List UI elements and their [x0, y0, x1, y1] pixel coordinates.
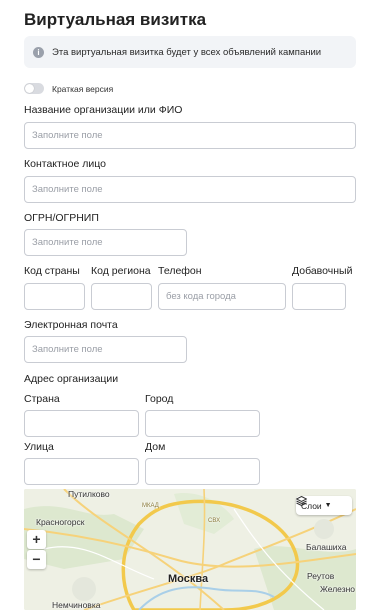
map-label-reutov: Реутов — [307, 571, 335, 581]
org-name-label: Название организации или ФИО — [24, 104, 183, 116]
region-code-label: Код региона — [91, 265, 151, 277]
page-title: Виртуальная визитка — [24, 10, 207, 29]
short-version-label: Краткая версия — [52, 83, 114, 94]
extension-label: Добавочный — [292, 265, 353, 277]
short-version-toggle[interactable] — [24, 83, 44, 94]
short-version-row: Краткая версия — [24, 83, 113, 94]
org-name-input[interactable] — [24, 122, 356, 149]
notice-text: Эта виртуальная визитка будет у всех объ… — [52, 46, 322, 58]
map-label-mkad: МКАД — [142, 503, 159, 509]
map-label-nemchinovka: Немчиновка — [52, 600, 101, 610]
contact-input[interactable] — [24, 176, 356, 203]
map-label-putilkovo: Путилково — [68, 489, 110, 499]
house-input[interactable] — [145, 458, 260, 485]
country-input[interactable] — [24, 410, 139, 437]
map-label-krasnogorsk: Красногорск — [36, 517, 85, 527]
country-code-input[interactable] — [24, 283, 85, 310]
city-label: Город — [145, 393, 174, 405]
layers-icon — [296, 496, 307, 506]
location-map[interactable]: Путилково Красногорск Москва Балашиха Ре… — [24, 489, 356, 610]
map-label-moscow: Москва — [168, 573, 209, 585]
address-section-label: Адрес организации — [24, 373, 119, 385]
info-icon: i — [33, 46, 44, 58]
phone-input[interactable] — [158, 283, 286, 310]
region-code-input[interactable] — [91, 283, 152, 310]
chevron-down-icon: ▼ — [324, 502, 332, 509]
phone-label: Телефон — [158, 265, 202, 277]
email-input[interactable] — [24, 336, 187, 363]
toggle-knob — [25, 84, 34, 93]
map-label-svkh: СВХ — [208, 518, 221, 524]
street-input[interactable] — [24, 458, 139, 485]
country-label: Страна — [24, 393, 60, 405]
country-code-label: Код страны — [24, 265, 80, 277]
house-label: Дом — [145, 441, 166, 453]
info-notice: i Эта виртуальная визитка будет у всех о… — [24, 36, 356, 68]
ogrn-label: ОГРН/ОГРНИП — [24, 212, 99, 224]
zoom-in-button[interactable]: + — [27, 530, 46, 549]
zoom-out-button[interactable]: − — [27, 550, 46, 569]
extension-input[interactable] — [292, 283, 346, 310]
city-input[interactable] — [145, 410, 260, 437]
map-label-zheleznodorozhny: Железно — [320, 584, 356, 594]
layers-button[interactable]: Слои ▼ — [296, 496, 352, 515]
email-label: Электронная почта — [24, 319, 118, 331]
map-label-balashikha: Балашиха — [306, 542, 347, 552]
street-label: Улица — [24, 441, 54, 453]
contact-label: Контактное лицо — [24, 158, 106, 170]
ogrn-input[interactable] — [24, 229, 187, 256]
